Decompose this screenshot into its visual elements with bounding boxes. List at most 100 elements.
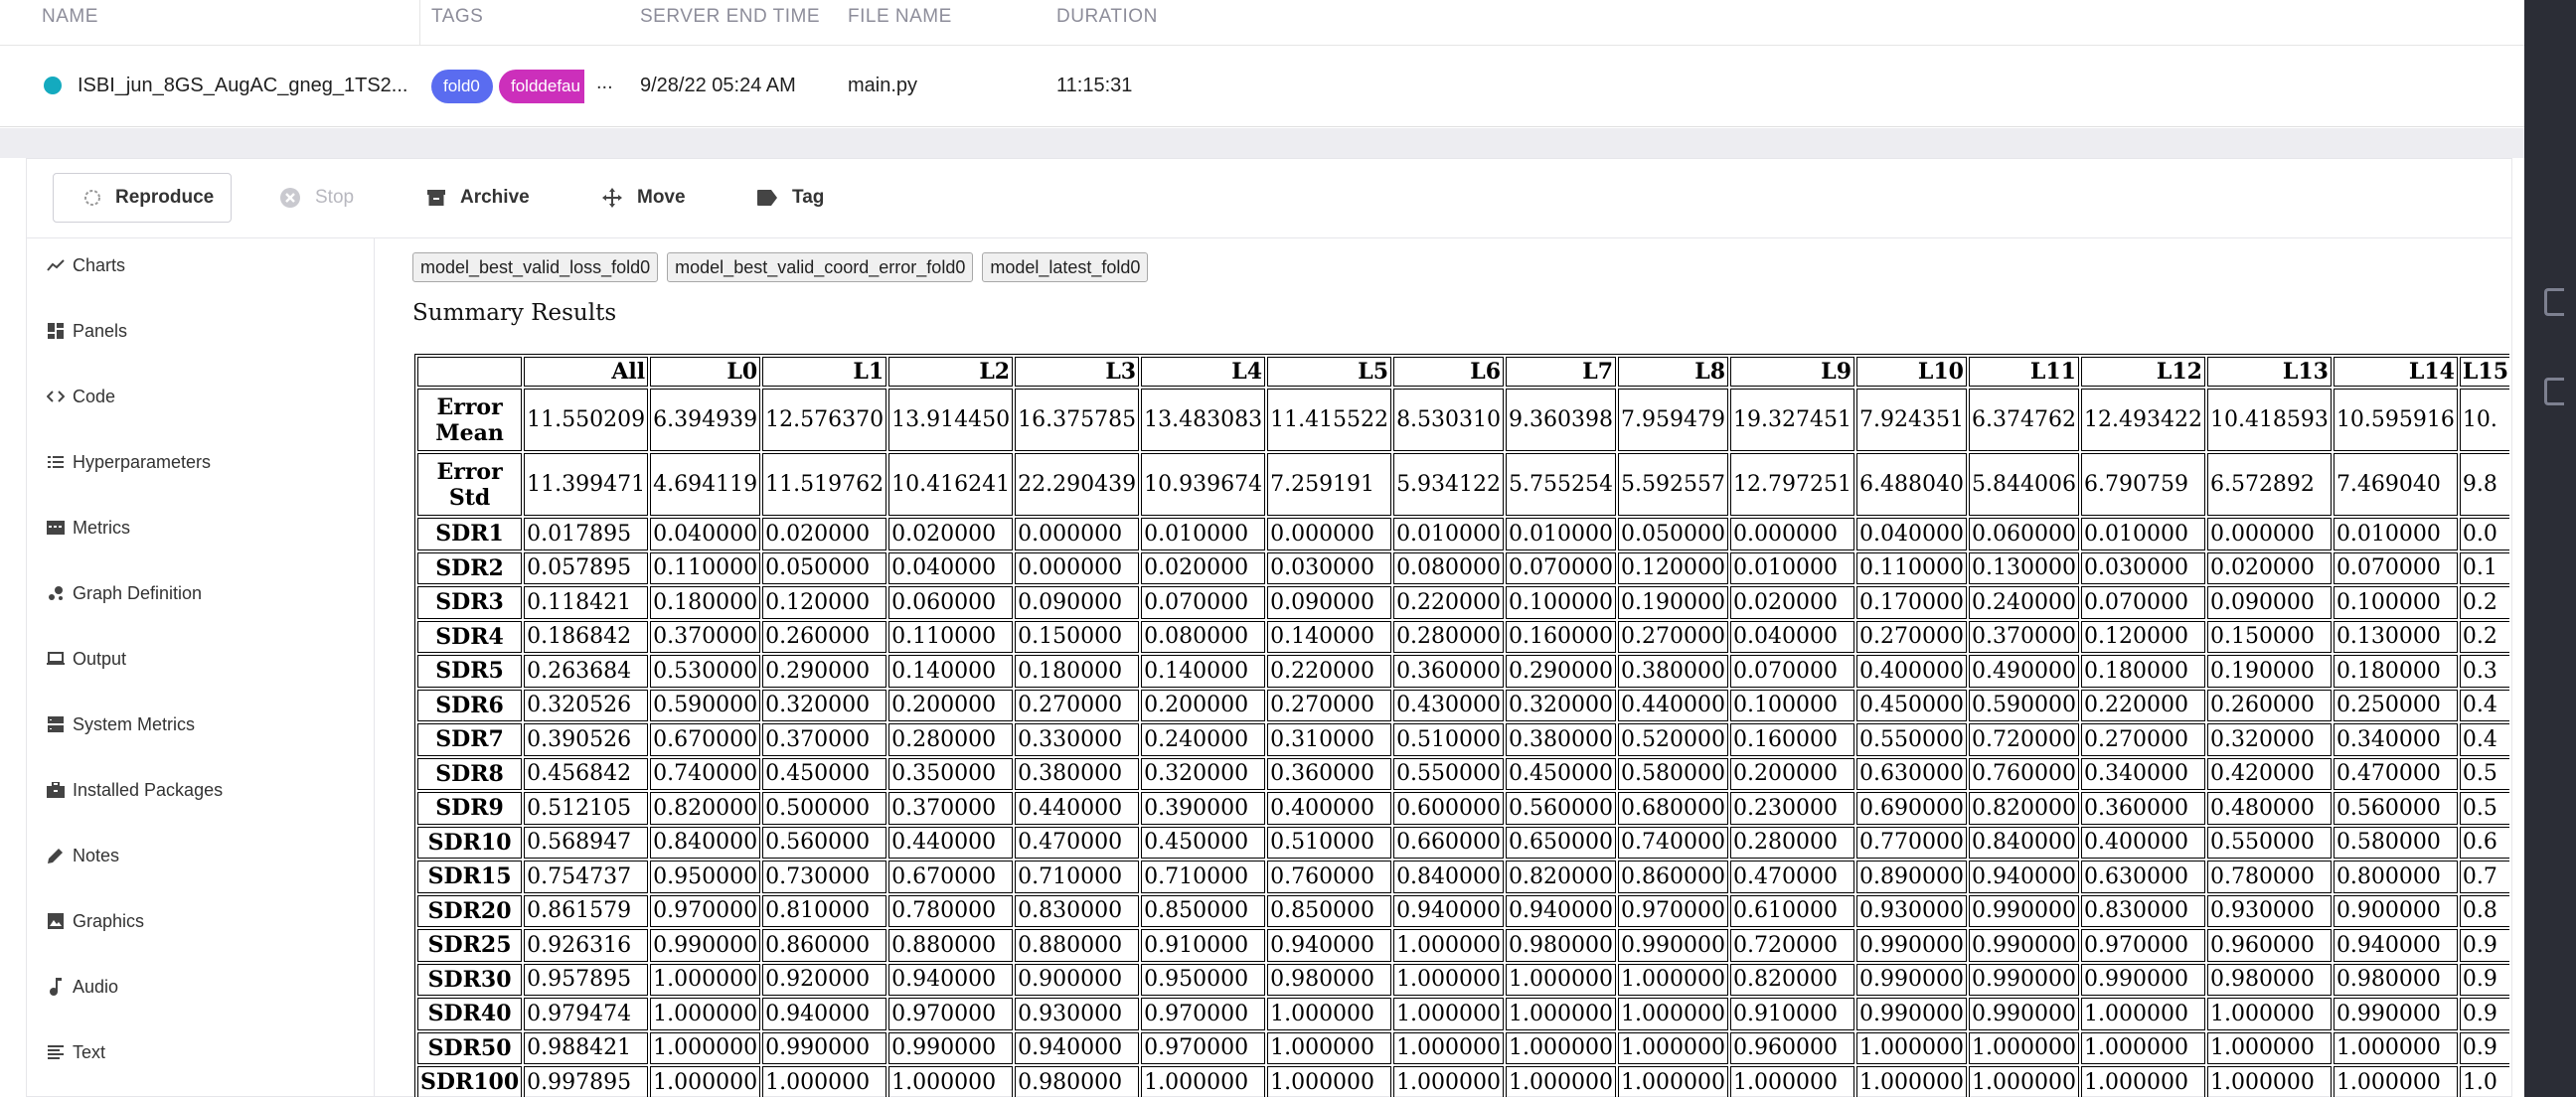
sidebar-item-notes[interactable]: Notes bbox=[47, 841, 119, 870]
table-row: SDR100 0.997895 1.000000 1.000000 1.000000 0.… bbox=[417, 1066, 2509, 1097]
table-cell: 0.060000 bbox=[1968, 518, 2079, 550]
table-cell: 0.580000 bbox=[1618, 757, 1729, 790]
stop-icon bbox=[280, 188, 300, 208]
column-header-file-name[interactable]: FILE NAME bbox=[848, 6, 952, 28]
table-cell: 1.000000 bbox=[2206, 1031, 2332, 1064]
table-cell: 0.057895 bbox=[524, 551, 649, 584]
table-cell: 0.720000 bbox=[1968, 723, 2079, 756]
table-cell: 0.990000 bbox=[888, 1031, 1014, 1064]
table-row: Error Mean 11.550209 6.394939 12.576370 13.91… bbox=[417, 389, 2509, 451]
table-cell: 1.000000 bbox=[1506, 1066, 1617, 1097]
sidebar-item-graphics[interactable]: Graphics bbox=[47, 906, 144, 936]
table-cell: 1.000000 bbox=[1393, 1031, 1505, 1064]
table-cell: 0.010000 bbox=[2080, 518, 2205, 550]
runs-table-header: NAME TAGS SERVER END TIME FILE NAME DURA… bbox=[0, 0, 2524, 46]
table-cell: 0.180000 bbox=[2080, 655, 2205, 688]
sidebar-item-graph-definition[interactable]: Graph Definition bbox=[47, 578, 202, 608]
run-name[interactable]: ISBI_jun_8GS_AugAC_gneg_1TS2... bbox=[78, 75, 407, 97]
table-cell: 0.050000 bbox=[762, 551, 887, 584]
table-cell: 0.760000 bbox=[1267, 861, 1392, 893]
sidebar-item-label: Installed Packages bbox=[73, 779, 224, 800]
table-cell: 0.470000 bbox=[1730, 861, 1854, 893]
reproduce-button[interactable]: Reproduce bbox=[53, 173, 232, 223]
sidebar-item-audio[interactable]: Audio bbox=[47, 972, 118, 1002]
model-chip[interactable]: model_latest_fold0 bbox=[982, 252, 1149, 282]
table-cell: 0.512105 bbox=[524, 792, 649, 825]
column-header-name[interactable]: NAME bbox=[42, 6, 98, 28]
table-cell: 0.940000 bbox=[762, 998, 887, 1030]
sidebar-item-text[interactable]: Text bbox=[47, 1037, 105, 1067]
table-cell: 6.488040 bbox=[1856, 453, 1967, 516]
column-header-tags[interactable]: TAGS bbox=[431, 6, 483, 28]
table-cell: 0.970000 bbox=[2080, 929, 2205, 962]
model-chip[interactable]: model_best_valid_loss_fold0 bbox=[412, 252, 659, 282]
table-cell: 0.990000 bbox=[650, 929, 761, 962]
panels-icon bbox=[47, 322, 65, 340]
table-cell: 9.360398 bbox=[1506, 389, 1617, 451]
table-cell: 0.560000 bbox=[2333, 792, 2458, 825]
model-chip[interactable]: model_best_valid_coord_error_fold0 bbox=[667, 252, 974, 282]
sidebar-item-panels[interactable]: Panels bbox=[47, 316, 127, 346]
sidebar-item-output[interactable]: Output bbox=[47, 644, 126, 674]
table-row: SDR6 0.320526 0.590000 0.320000 0.200000 0.27… bbox=[417, 689, 2509, 721]
column-header: L2 bbox=[888, 357, 1014, 387]
column-header-server-end-time[interactable]: SERVER END TIME bbox=[640, 6, 820, 28]
summary-title: Summary Results bbox=[412, 300, 617, 326]
more-tags[interactable]: ... bbox=[596, 72, 613, 94]
table-cell: 0.500000 bbox=[762, 792, 887, 825]
table-row: SDR1 0.017895 0.040000 0.020000 0.020000 0.00… bbox=[417, 518, 2509, 550]
row-label: SDR10 bbox=[417, 826, 523, 859]
table-cell: 0.990000 bbox=[1618, 929, 1729, 962]
tag-button[interactable]: Tag bbox=[756, 173, 824, 223]
sidebar-item-hyperparameters[interactable]: Hyperparameters bbox=[47, 447, 211, 477]
side-panel-icon[interactable] bbox=[2544, 378, 2564, 405]
table-cell: 0.140000 bbox=[1141, 655, 1266, 688]
stop-label: Stop bbox=[315, 187, 355, 208]
table-cell: 0.780000 bbox=[2206, 861, 2332, 893]
sidebar-item-charts[interactable]: Charts bbox=[47, 250, 125, 280]
table-cell: 0.280000 bbox=[888, 723, 1014, 756]
table-cell: 0.290000 bbox=[1506, 655, 1617, 688]
table-cell: 0.740000 bbox=[650, 757, 761, 790]
sidebar-item-metrics[interactable]: Metrics bbox=[47, 513, 130, 543]
table-cell: 10. bbox=[2459, 389, 2509, 451]
column-header: L1 bbox=[762, 357, 887, 387]
table-cell: 1.000000 bbox=[1618, 1031, 1729, 1064]
table-cell: 1.000000 bbox=[2206, 998, 2332, 1030]
table-cell: 0.840000 bbox=[1968, 826, 2079, 859]
row-label: SDR4 bbox=[417, 620, 523, 653]
side-panel-icon[interactable] bbox=[2544, 288, 2564, 316]
sidebar-item-label: Graphics bbox=[73, 910, 145, 931]
table-cell: 1.000000 bbox=[1267, 1031, 1392, 1064]
table-cell: 0.170000 bbox=[1856, 586, 1967, 619]
table-cell: 0.820000 bbox=[1968, 792, 2079, 825]
sidebar-item-installed-packages[interactable]: Installed Packages bbox=[47, 775, 223, 805]
table-cell: 12.576370 bbox=[762, 389, 887, 451]
table-cell: 0.740000 bbox=[1618, 826, 1729, 859]
archive-button[interactable]: Archive bbox=[426, 173, 530, 223]
table-cell: 0.910000 bbox=[1141, 929, 1266, 962]
stop-button[interactable]: Stop bbox=[279, 173, 354, 223]
sidebar-item-label: Code bbox=[73, 386, 116, 406]
sidebar-item-system-metrics[interactable]: System Metrics bbox=[47, 709, 195, 739]
column-header-duration[interactable]: DURATION bbox=[1056, 6, 1158, 28]
model-chips: model_best_valid_loss_fold0 model_best_v… bbox=[412, 252, 1157, 282]
table-cell: 1.000000 bbox=[2080, 1031, 2205, 1064]
table-cell: 0.320526 bbox=[524, 689, 649, 721]
column-header: L11 bbox=[1968, 357, 2079, 387]
run-row[interactable]: ISBI_jun_8GS_AugAC_gneg_1TS2... fold0 fo… bbox=[0, 46, 2524, 127]
sidebar-item-code[interactable]: Code bbox=[47, 382, 115, 411]
table-cell: 0.080000 bbox=[1141, 620, 1266, 653]
table-cell: 8.530310 bbox=[1393, 389, 1505, 451]
table-cell: 0.710000 bbox=[1141, 861, 1266, 893]
sidebar-item-label: Audio bbox=[73, 976, 119, 997]
table-cell: 0.530000 bbox=[650, 655, 761, 688]
table-cell: 0.440000 bbox=[888, 826, 1014, 859]
tag-fold0[interactable]: fold0 bbox=[431, 70, 493, 103]
move-label: Move bbox=[637, 187, 686, 208]
move-button[interactable]: Move bbox=[601, 173, 686, 223]
table-cell: 0.760000 bbox=[1968, 757, 2079, 790]
table-cell: 0.990000 bbox=[1856, 963, 1967, 996]
tag-folddefault[interactable]: folddefau bbox=[499, 70, 584, 103]
table-cell: 0.040000 bbox=[1856, 518, 1967, 550]
